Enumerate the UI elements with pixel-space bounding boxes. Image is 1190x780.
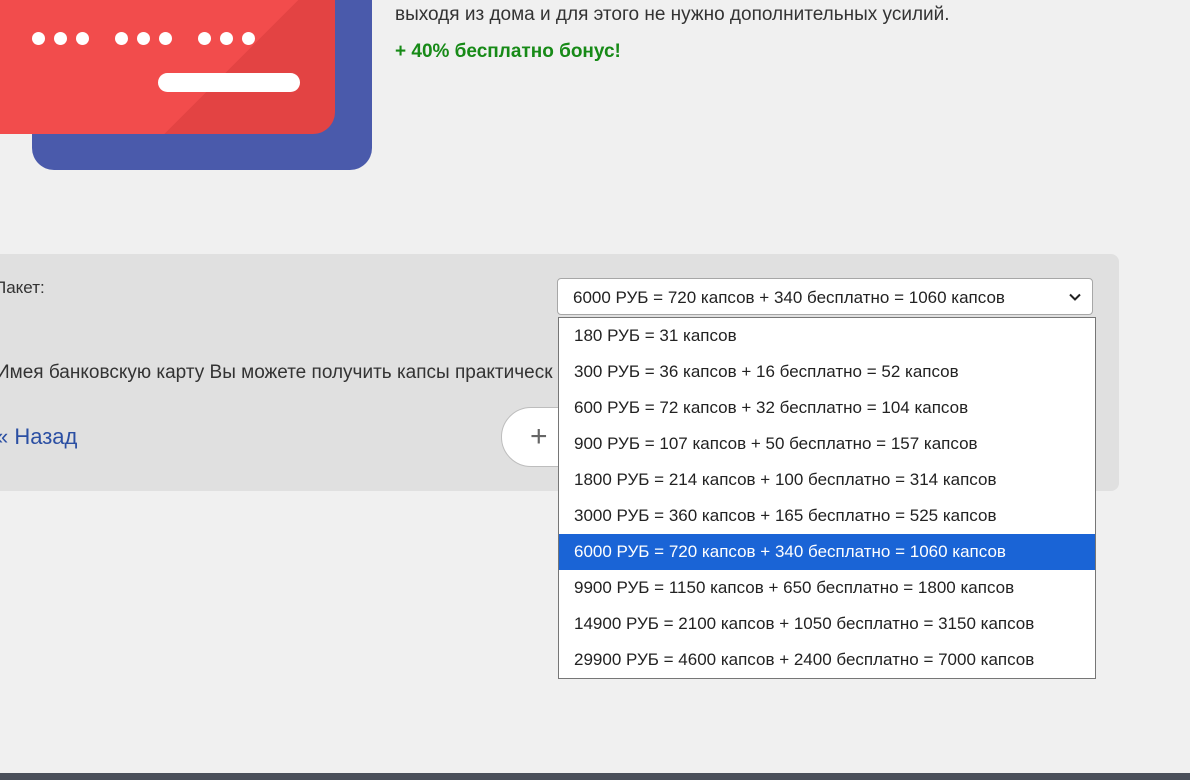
packet-select-value: 6000 РУБ = 720 капсов + 340 бесплатно = … <box>573 288 1005 307</box>
dot <box>54 32 67 45</box>
dropdown-option-selected[interactable]: 6000 РУБ = 720 капсов + 340 бесплатно = … <box>559 534 1095 570</box>
plus-icon: + <box>530 420 548 453</box>
chevron-down-icon <box>1069 293 1081 301</box>
dropdown-option[interactable]: 900 РУБ = 107 капсов + 50 бесплатно = 15… <box>559 426 1095 462</box>
back-link[interactable]: « Назад <box>0 424 77 450</box>
dot <box>159 32 172 45</box>
dot <box>76 32 89 45</box>
credit-card-illustration <box>0 0 335 134</box>
dropdown-option[interactable]: 14900 РУБ = 2100 капсов + 1050 бесплатно… <box>559 606 1095 642</box>
dropdown-option[interactable]: 600 РУБ = 72 капсов + 32 бесплатно = 104… <box>559 390 1095 426</box>
dropdown-option[interactable]: 180 РУБ = 31 капсов <box>559 318 1095 354</box>
dot <box>198 32 211 45</box>
dot <box>115 32 128 45</box>
dot-group <box>115 32 172 45</box>
card-shade <box>0 0 335 134</box>
dot <box>137 32 150 45</box>
dot <box>32 32 45 45</box>
dropdown-option[interactable]: 9900 РУБ = 1150 капсов + 650 бесплатно =… <box>559 570 1095 606</box>
dropdown-option[interactable]: 300 РУБ = 36 капсов + 16 бесплатно = 52 … <box>559 354 1095 390</box>
bottom-bar <box>0 773 1190 780</box>
description-text: выходя из дома и для этого не нужно допо… <box>395 4 950 25</box>
page: выходя из дома и для этого не нужно допо… <box>0 0 1190 780</box>
dropdown-option[interactable]: 29900 РУБ = 4600 капсов + 2400 бесплатно… <box>559 642 1095 678</box>
packet-select[interactable]: 6000 РУБ = 720 капсов + 340 бесплатно = … <box>557 278 1093 315</box>
card-strip <box>158 73 300 92</box>
dropdown-option[interactable]: 3000 РУБ = 360 капсов + 165 бесплатно = … <box>559 498 1095 534</box>
card-number-dots <box>32 32 255 45</box>
dot-group <box>198 32 255 45</box>
dropdown-option[interactable]: 1800 РУБ = 214 капсов + 100 бесплатно = … <box>559 462 1095 498</box>
packet-label: Пакет: <box>0 278 45 297</box>
dot <box>220 32 233 45</box>
info-text: Имея банковскую карту Вы можете получить… <box>0 362 553 383</box>
dot <box>242 32 255 45</box>
packet-dropdown-list: 180 РУБ = 31 капсов 300 РУБ = 36 капсов … <box>558 317 1096 679</box>
dot-group <box>32 32 89 45</box>
bonus-text: + 40% бесплатно бонус! <box>395 41 621 62</box>
